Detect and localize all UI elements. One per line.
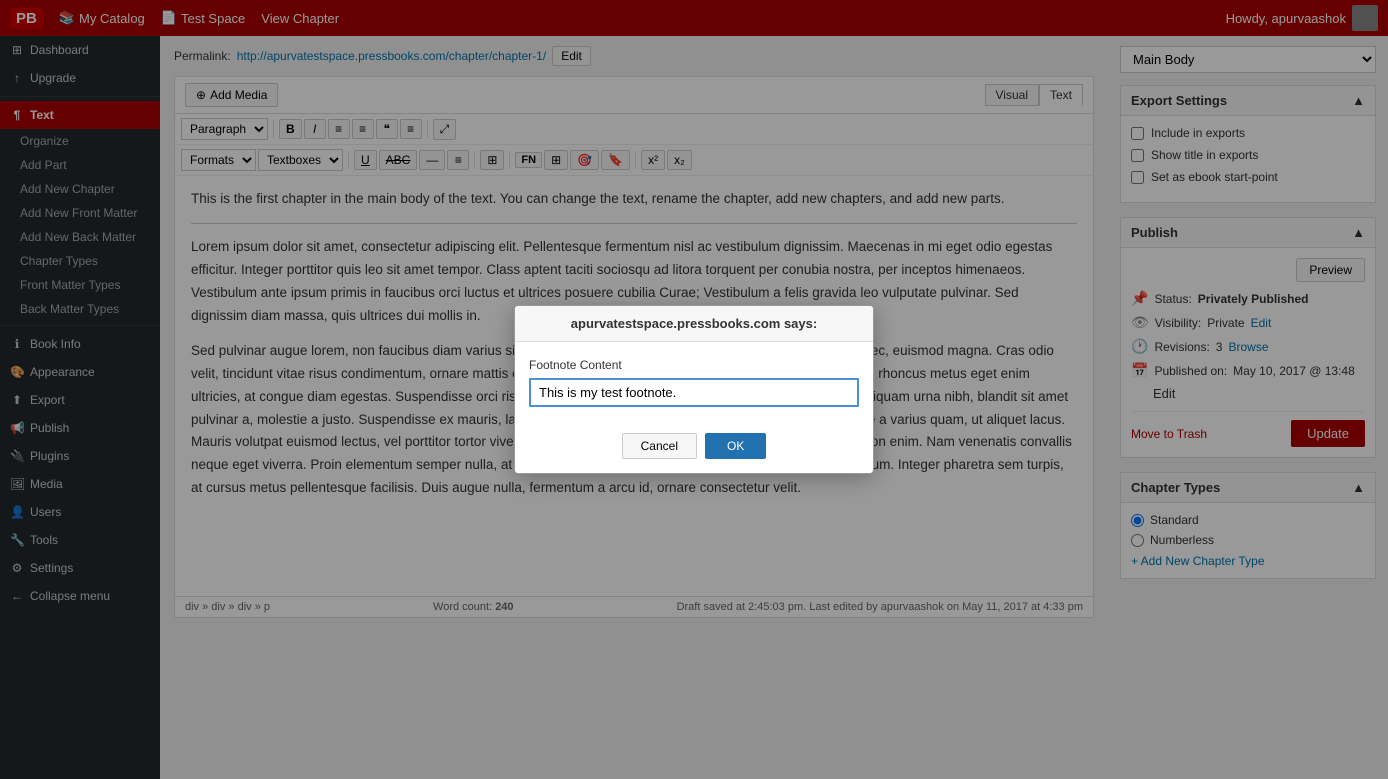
modal-footnote-label: Footnote Content bbox=[529, 358, 859, 372]
modal-site-title: apurvatestspace.pressbooks.com says: bbox=[529, 316, 859, 331]
modal-header: apurvatestspace.pressbooks.com says: bbox=[515, 306, 873, 342]
modal-cancel-button[interactable]: Cancel bbox=[622, 433, 697, 459]
modal-actions: Cancel OK bbox=[515, 423, 873, 473]
modal-ok-button[interactable]: OK bbox=[705, 433, 766, 459]
modal-footnote-input[interactable] bbox=[529, 378, 859, 407]
modal-overlay: apurvatestspace.pressbooks.com says: Foo… bbox=[0, 0, 1388, 779]
modal-box: apurvatestspace.pressbooks.com says: Foo… bbox=[514, 305, 874, 474]
modal-body: Footnote Content bbox=[515, 342, 873, 423]
